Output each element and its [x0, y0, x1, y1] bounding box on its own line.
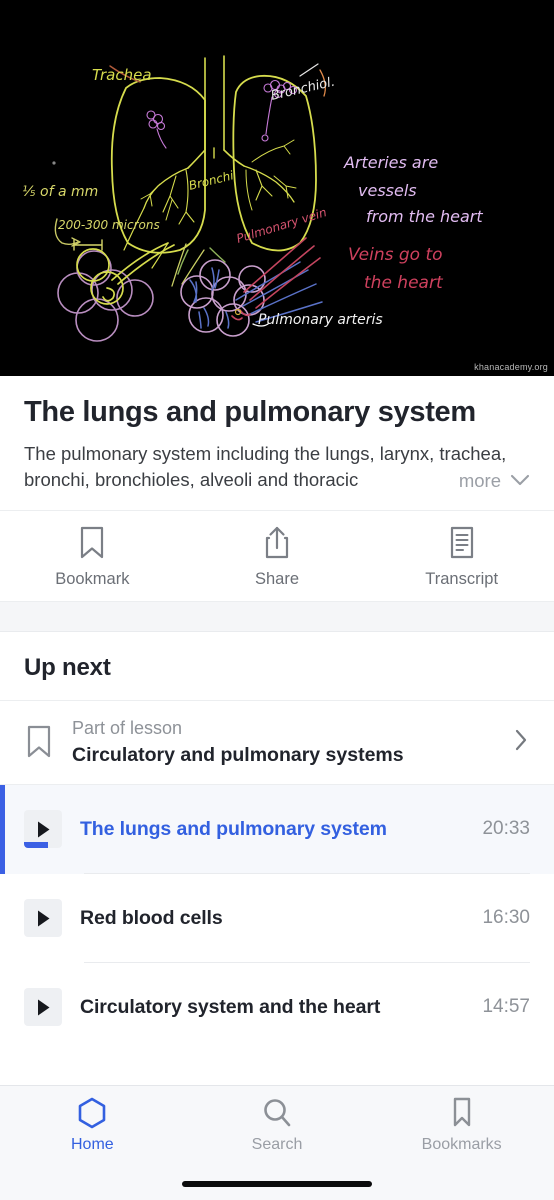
- home-indicator[interactable]: [182, 1180, 372, 1187]
- lesson-text: Part of lesson Circulatory and pulmonary…: [72, 717, 498, 767]
- svg-text:from the heart: from the heart: [366, 207, 483, 226]
- part-of-lesson-row[interactable]: Part of lesson Circulatory and pulmonary…: [0, 700, 554, 785]
- chevron-right-icon: [515, 729, 527, 750]
- bottom-tab-bar: Home Search Bookmarks: [0, 1085, 554, 1167]
- video-duration-1: 16:30: [482, 907, 530, 929]
- tab-bookmarks[interactable]: Bookmarks: [369, 1096, 554, 1154]
- search-icon: [264, 1099, 291, 1127]
- svg-text:Trachea: Trachea: [92, 66, 152, 84]
- video-list-item-0[interactable]: The lungs and pulmonary system 20:33: [0, 784, 554, 874]
- transcript-icon: [450, 526, 473, 558]
- more-label: more: [458, 469, 501, 491]
- play-icon: [37, 999, 49, 1016]
- svg-text:⅕ of a mm: ⅕ of a mm: [22, 184, 98, 200]
- transcript-label: Transcript: [425, 569, 499, 588]
- video-info-block: The lungs and pulmonary system The pulmo…: [0, 376, 554, 510]
- action-bar: Bookmark Share Transcript: [0, 509, 554, 602]
- tab-home-label: Home: [70, 1136, 114, 1153]
- play-icon: [37, 910, 49, 927]
- video-thumbnail-1: [24, 899, 62, 938]
- video-duration-0: 20:33: [482, 818, 530, 840]
- bookmark-icon: [81, 526, 104, 558]
- hexagon-home-icon: [79, 1097, 106, 1129]
- video-title-2: Circulatory system and the heart: [80, 995, 381, 1018]
- lung-diagram-illustration: Trachea Bronchi Bronchiol. ⅕ of a mm 200…: [0, 0, 554, 376]
- video-title-1: Red blood cells: [80, 906, 223, 929]
- tab-search[interactable]: Search: [185, 1096, 370, 1154]
- tab-bookmarks-label: Bookmarks: [421, 1136, 502, 1153]
- lesson-chevron-wrap: [514, 728, 532, 757]
- section-spacer: [0, 601, 554, 632]
- svg-text:Pulmonary arteris: Pulmonary arteris: [258, 312, 383, 328]
- share-label: Share: [254, 569, 300, 588]
- video-thumbnail-0: [24, 810, 62, 849]
- video-list-item-1[interactable]: Red blood cells 16:30: [0, 873, 554, 963]
- transcript-action[interactable]: Transcript: [369, 525, 554, 589]
- tab-home[interactable]: Home: [0, 1096, 185, 1154]
- tab-search-label: Search: [251, 1136, 303, 1153]
- page-title: The lungs and pulmonary system: [24, 396, 476, 428]
- chevron-down-icon: [510, 475, 530, 486]
- play-icon: [37, 821, 49, 838]
- lesson-name: Circulatory and pulmonary systems: [72, 743, 404, 766]
- video-title-0: The lungs and pulmonary system: [80, 817, 387, 840]
- more-button[interactable]: more: [412, 467, 530, 494]
- bookmark-icon: [27, 725, 51, 758]
- video-duration-2: 14:57: [482, 996, 530, 1018]
- description-block: The pulmonary system including the lungs…: [24, 441, 530, 494]
- svg-text:vessels: vessels: [358, 181, 417, 200]
- svg-text:Veins go to: Veins go to: [348, 245, 443, 265]
- home-indicator-area: [0, 1167, 554, 1200]
- up-next-title: Up next: [24, 653, 111, 681]
- svg-text:200-300 microns: 200-300 microns: [58, 218, 160, 232]
- khanacademy-watermark: khanacademy.org: [474, 362, 548, 372]
- svg-text:Arteries are: Arteries are: [343, 153, 438, 172]
- share-action[interactable]: Share: [185, 525, 370, 589]
- video-progress-bar-0: [24, 842, 48, 849]
- lesson-icon-wrap: [22, 725, 56, 759]
- video-detail-screen: Trachea Bronchi Bronchiol. ⅕ of a mm 200…: [0, 0, 554, 1200]
- video-list-item-2[interactable]: Circulatory system and the heart 14:57: [0, 962, 554, 1052]
- bookmark-label: Bookmark: [55, 569, 130, 588]
- video-thumbnail-2: [24, 988, 62, 1027]
- up-next-video-list: The lungs and pulmonary system 20:33 Red…: [0, 784, 554, 1085]
- share-icon: [265, 526, 289, 558]
- up-next-header: Up next: [0, 631, 554, 701]
- bookmark-icon: [453, 1097, 470, 1127]
- svg-text:the heart: the heart: [364, 273, 444, 293]
- bookmark-action[interactable]: Bookmark: [0, 525, 185, 589]
- video-player[interactable]: Trachea Bronchi Bronchiol. ⅕ of a mm 200…: [0, 0, 554, 376]
- lesson-kicker: Part of lesson: [72, 718, 183, 739]
